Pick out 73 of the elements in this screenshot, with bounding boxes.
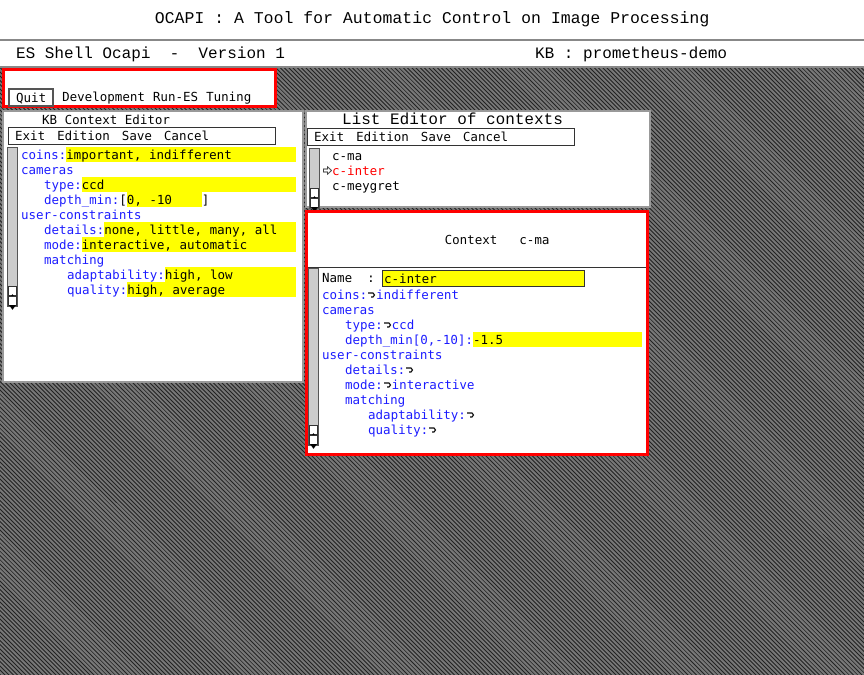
field-label: matching — [345, 392, 406, 407]
menu-item[interactable]: Exit — [308, 129, 350, 145]
field-value[interactable]: ccd — [82, 177, 296, 192]
kb-name: KB : prometheus-demo — [535, 44, 728, 64]
menu-item[interactable]: Save — [414, 129, 457, 145]
field-label: adaptability: — [368, 407, 466, 422]
menu-item[interactable]: Edition — [51, 128, 116, 144]
field-label: adaptability: — [67, 267, 165, 282]
window-title: KB Context Editor — [41, 112, 171, 127]
field-label: cameras — [322, 302, 375, 317]
down-arrow-icon — [310, 442, 317, 450]
field-label: coins: — [21, 147, 66, 162]
choice-icon — [382, 380, 392, 388]
choice-icon — [466, 410, 475, 418]
bracket: [ — [119, 192, 127, 207]
menu-item[interactable]: Edition — [350, 129, 415, 145]
field-value[interactable]: interactive, automatic — [82, 237, 296, 252]
field-label: user-constraints — [21, 207, 142, 222]
field-value[interactable]: high, average — [127, 282, 296, 297]
field-value[interactable]: high, low — [164, 267, 296, 282]
menu-item[interactable]: Run-ES — [152, 88, 198, 107]
field-label: user-constraints — [322, 347, 442, 362]
field-label: depth_min: — [44, 192, 120, 207]
field-value[interactable]: interactive — [392, 377, 474, 392]
field-value[interactable]: none, little, many, all — [104, 222, 296, 237]
menu-item[interactable]: Save — [116, 128, 158, 144]
choice-icon — [405, 366, 414, 374]
context-name: c-ma — [519, 230, 550, 249]
field-label: coins: — [322, 287, 368, 302]
shell-version: ES Shell Ocapi - Version 1 — [16, 44, 286, 64]
context-item[interactable]: c-meygret — [332, 178, 400, 193]
field-label: details: — [44, 222, 104, 237]
scrollbar[interactable] — [308, 268, 319, 446]
field-label: matching — [44, 252, 104, 267]
scrollbar[interactable] — [309, 148, 320, 209]
field-label: depth_min[0,-10]: — [345, 332, 473, 347]
bracket: ] — [202, 192, 210, 207]
scroll-up-button[interactable] — [310, 188, 319, 198]
field-label: details: — [345, 362, 406, 377]
menu-item[interactable]: Development — [62, 88, 145, 107]
window-title: Context — [444, 230, 498, 249]
field-label: quality: — [67, 282, 128, 297]
menu-item[interactable]: Exit — [9, 128, 52, 144]
field-label: mode: — [345, 377, 383, 392]
field-label: cameras — [21, 162, 74, 177]
choice-icon — [367, 290, 376, 298]
scrollbar[interactable] — [7, 147, 18, 307]
field-label: type: — [44, 177, 82, 192]
context-item[interactable]: c-inter — [332, 163, 385, 178]
pointer-icon — [323, 166, 332, 175]
down-arrow-icon — [9, 302, 16, 311]
context-item[interactable]: c-ma — [332, 148, 362, 163]
field-value[interactable]: indifferent — [376, 287, 459, 302]
window-title: List Editor of contexts — [341, 112, 564, 128]
scroll-down-button[interactable] — [310, 198, 319, 208]
menu-item[interactable]: Cancel — [456, 129, 514, 145]
scroll-up-button[interactable] — [309, 425, 318, 435]
choice-icon — [382, 320, 392, 328]
quit-button[interactable]: Quit — [8, 88, 54, 107]
field-value[interactable]: -1.5 — [472, 332, 642, 347]
field-label: mode: — [44, 237, 82, 252]
menu-item[interactable]: Cancel — [158, 128, 216, 144]
app-title: OCAPI : A Tool for Automatic Control on Image Processing — [154, 8, 710, 30]
scroll-up-button[interactable] — [8, 286, 17, 296]
menu-item[interactable]: Tuning — [206, 88, 252, 107]
field-value[interactable]: important, indifferent — [66, 147, 296, 162]
field-value[interactable]: ccd — [392, 317, 414, 332]
field-value[interactable]: 0, -10 — [126, 192, 202, 207]
field-label: quality: — [368, 422, 428, 437]
field-label: type: — [345, 317, 383, 332]
name-label: Name : — [322, 268, 376, 287]
name-field[interactable]: c-inter — [382, 270, 585, 286]
choice-icon — [428, 426, 438, 434]
